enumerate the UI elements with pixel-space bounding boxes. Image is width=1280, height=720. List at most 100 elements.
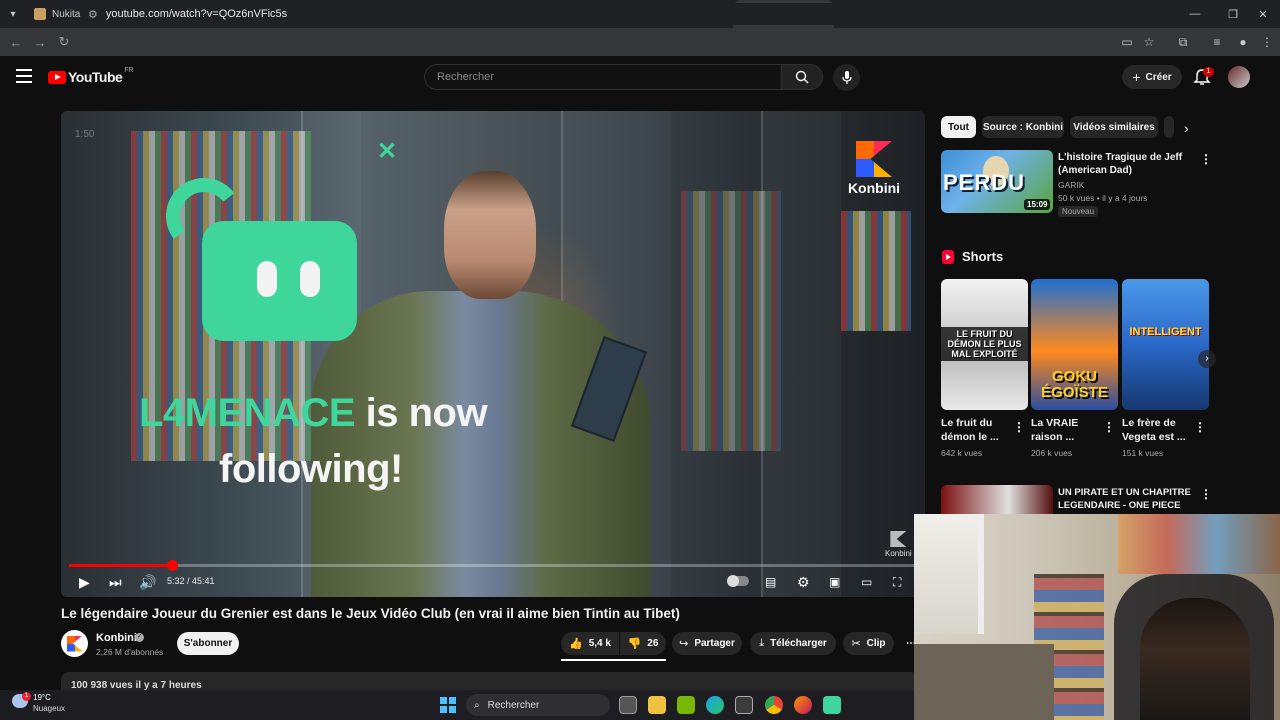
- chip-similar[interactable]: Vidéos similaires: [1070, 116, 1158, 138]
- recommended-channel[interactable]: GARIK: [1058, 180, 1084, 190]
- follow-alert-line2: following!: [219, 447, 403, 491]
- more-options-icon[interactable]: ⋮: [1103, 420, 1115, 434]
- chrome-icon[interactable]: [765, 696, 783, 714]
- site-info-icon[interactable]: ⚙: [88, 8, 98, 21]
- volume-icon[interactable]: 🔊: [139, 573, 156, 591]
- next-icon[interactable]: ⏭: [109, 573, 122, 591]
- url-field[interactable]: ⚙ youtube.com/watch?v=QOz6nVFic5s: [80, 3, 1170, 25]
- follow-alert-eye: [257, 261, 277, 297]
- youtube-logo[interactable]: YouTube FR: [48, 66, 134, 85]
- progress-bar[interactable]: [69, 560, 917, 571]
- store-icon[interactable]: [735, 696, 753, 714]
- menu-icon[interactable]: [16, 69, 32, 83]
- theater-mode-icon[interactable]: ▭: [861, 573, 872, 591]
- webcam-window: [914, 514, 984, 634]
- video-player[interactable]: 1:50 + ✕ L4MENACE is now following! Konb…: [61, 111, 925, 597]
- settings-gear-icon[interactable]: ⚙: [797, 573, 810, 591]
- short-title[interactable]: Le fruit du démon le ...: [941, 416, 1013, 444]
- player-controls: ▶ ⏭ 🔊 5:32 / 45:41 ▤ ⚙ ▣ ▭ ⛶: [61, 569, 925, 595]
- chip-source[interactable]: Source : Konbini: [982, 116, 1064, 138]
- play-icon[interactable]: ▶: [79, 573, 90, 591]
- new-badge: Nouveau: [1058, 206, 1099, 217]
- profile-icon[interactable]: ●: [1234, 33, 1252, 51]
- share-label: Partager: [694, 638, 735, 649]
- chip-partial[interactable]: [1164, 116, 1174, 138]
- video-duration: 15:09: [1024, 199, 1051, 210]
- recommended-title[interactable]: L'histoire Tragique de Jeff (American Da…: [1058, 151, 1196, 177]
- start-windows-icon[interactable]: [440, 697, 456, 713]
- youtube-play-icon: [48, 70, 66, 84]
- forward-icon[interactable]: →: [28, 35, 52, 50]
- taskbar-search[interactable]: ⌕ Rechercher: [466, 694, 610, 716]
- back-icon[interactable]: ←: [4, 35, 28, 50]
- short-views: 642 k vues: [941, 448, 983, 458]
- create-button[interactable]: + Créer: [1122, 65, 1182, 89]
- chip-all[interactable]: Tout: [941, 116, 976, 138]
- minimize-icon[interactable]: —: [1178, 0, 1212, 28]
- windows-taskbar: 1 19°C Nuageux ⌕ Rechercher: [0, 690, 914, 720]
- webcam-overlay: [914, 514, 1280, 720]
- weather-temperature[interactable]: 19°C: [33, 693, 51, 702]
- fullscreen-icon[interactable]: ⛶: [893, 573, 901, 591]
- thumbs-up-icon: 👍: [569, 638, 583, 650]
- task-view-icon[interactable]: [619, 696, 637, 714]
- more-options-icon[interactable]: ⋮: [1194, 420, 1206, 434]
- channel-avatar[interactable]: [61, 630, 88, 657]
- more-options-icon[interactable]: ⋮: [1200, 152, 1212, 166]
- subscribe-button[interactable]: S'abonner: [177, 632, 239, 655]
- cast-icon[interactable]: ▭: [1118, 33, 1136, 51]
- streamlabs-icon[interactable]: [823, 696, 841, 714]
- corner-watermark: Konbini: [885, 531, 912, 558]
- short-title[interactable]: La VRAIE raison ...: [1031, 416, 1103, 444]
- short-title[interactable]: Le frère de Vegeta est ...: [1122, 416, 1194, 444]
- short-caption: GOKU ÉGOÏSTE: [1041, 368, 1108, 401]
- short-thumbnail[interactable]: LE FRUIT DU DÉMON LE PLUS MAL EXPLOITÉ: [941, 279, 1028, 410]
- url-text: youtube.com/watch?v=QOz6nVFic5s: [105, 8, 288, 20]
- chevron-right-icon[interactable]: ›: [1198, 350, 1216, 368]
- subscriber-count: 2,26 M d'abonnés: [96, 647, 164, 657]
- restore-icon[interactable]: ❐: [1216, 0, 1250, 28]
- youtube-header: YouTube FR Rechercher + Créer 1: [0, 56, 1270, 100]
- corner-watermark-text: Konbini: [885, 549, 912, 558]
- extensions-icon[interactable]: ⧉: [1174, 33, 1192, 51]
- account-avatar[interactable]: [1228, 66, 1250, 88]
- short-thumbnail[interactable]: INTELLIGENT: [1122, 279, 1209, 410]
- close-icon[interactable]: ✕: [1246, 0, 1280, 28]
- firefox-icon[interactable]: [794, 696, 812, 714]
- brand-watermark-text: Konbini: [847, 180, 901, 196]
- tab-search-icon[interactable]: ▾: [0, 0, 26, 28]
- file-explorer-icon[interactable]: [648, 696, 666, 714]
- miniplayer-icon[interactable]: ▣: [829, 573, 840, 591]
- recommended-thumbnail[interactable]: [941, 485, 1053, 515]
- reload-icon[interactable]: ↻: [52, 34, 76, 50]
- clip-button[interactable]: ✂ Clip: [843, 632, 894, 655]
- dislike-button[interactable]: 👎 26: [620, 632, 666, 655]
- video-title: Le légendaire Joueur du Grenier est dans…: [61, 606, 680, 621]
- weather-description[interactable]: Nuageux: [33, 704, 65, 713]
- follower-username: L4MENACE: [139, 391, 356, 435]
- region-code: FR: [124, 66, 134, 74]
- browser-menu-icon[interactable]: ⋮: [1258, 33, 1276, 51]
- channel-name[interactable]: Konbini: [96, 632, 137, 644]
- voice-search-button[interactable]: [833, 64, 860, 91]
- search-placeholder: Rechercher: [437, 71, 494, 83]
- more-options-icon[interactable]: ⋮: [1013, 420, 1025, 434]
- konbini-logo-icon: [856, 141, 892, 177]
- bookmark-star-icon[interactable]: ☆: [1140, 33, 1158, 51]
- short-thumbnail[interactable]: GOKU ÉGOÏSTE: [1031, 279, 1118, 410]
- more-options-icon[interactable]: ⋮: [1200, 487, 1212, 501]
- like-button[interactable]: 👍 5,4 k: [561, 632, 619, 655]
- search-input[interactable]: Rechercher: [424, 64, 782, 90]
- tab-favicon-icon: [34, 8, 46, 20]
- media-controls-icon[interactable]: ≡: [1208, 33, 1226, 51]
- create-label: Créer: [1145, 71, 1172, 83]
- chevron-right-icon[interactable]: ›: [1184, 120, 1189, 136]
- download-button[interactable]: ⤓ Télécharger: [750, 632, 836, 655]
- search-button[interactable]: [781, 64, 823, 90]
- subtitles-icon[interactable]: ▤: [765, 573, 776, 591]
- share-button[interactable]: ↪ Partager: [672, 632, 742, 655]
- autoplay-toggle[interactable]: [727, 575, 749, 587]
- nvidia-icon[interactable]: [677, 696, 695, 714]
- edge-browser-icon[interactable]: [706, 696, 724, 714]
- follow-alert-line1: L4MENACE is now: [139, 391, 488, 436]
